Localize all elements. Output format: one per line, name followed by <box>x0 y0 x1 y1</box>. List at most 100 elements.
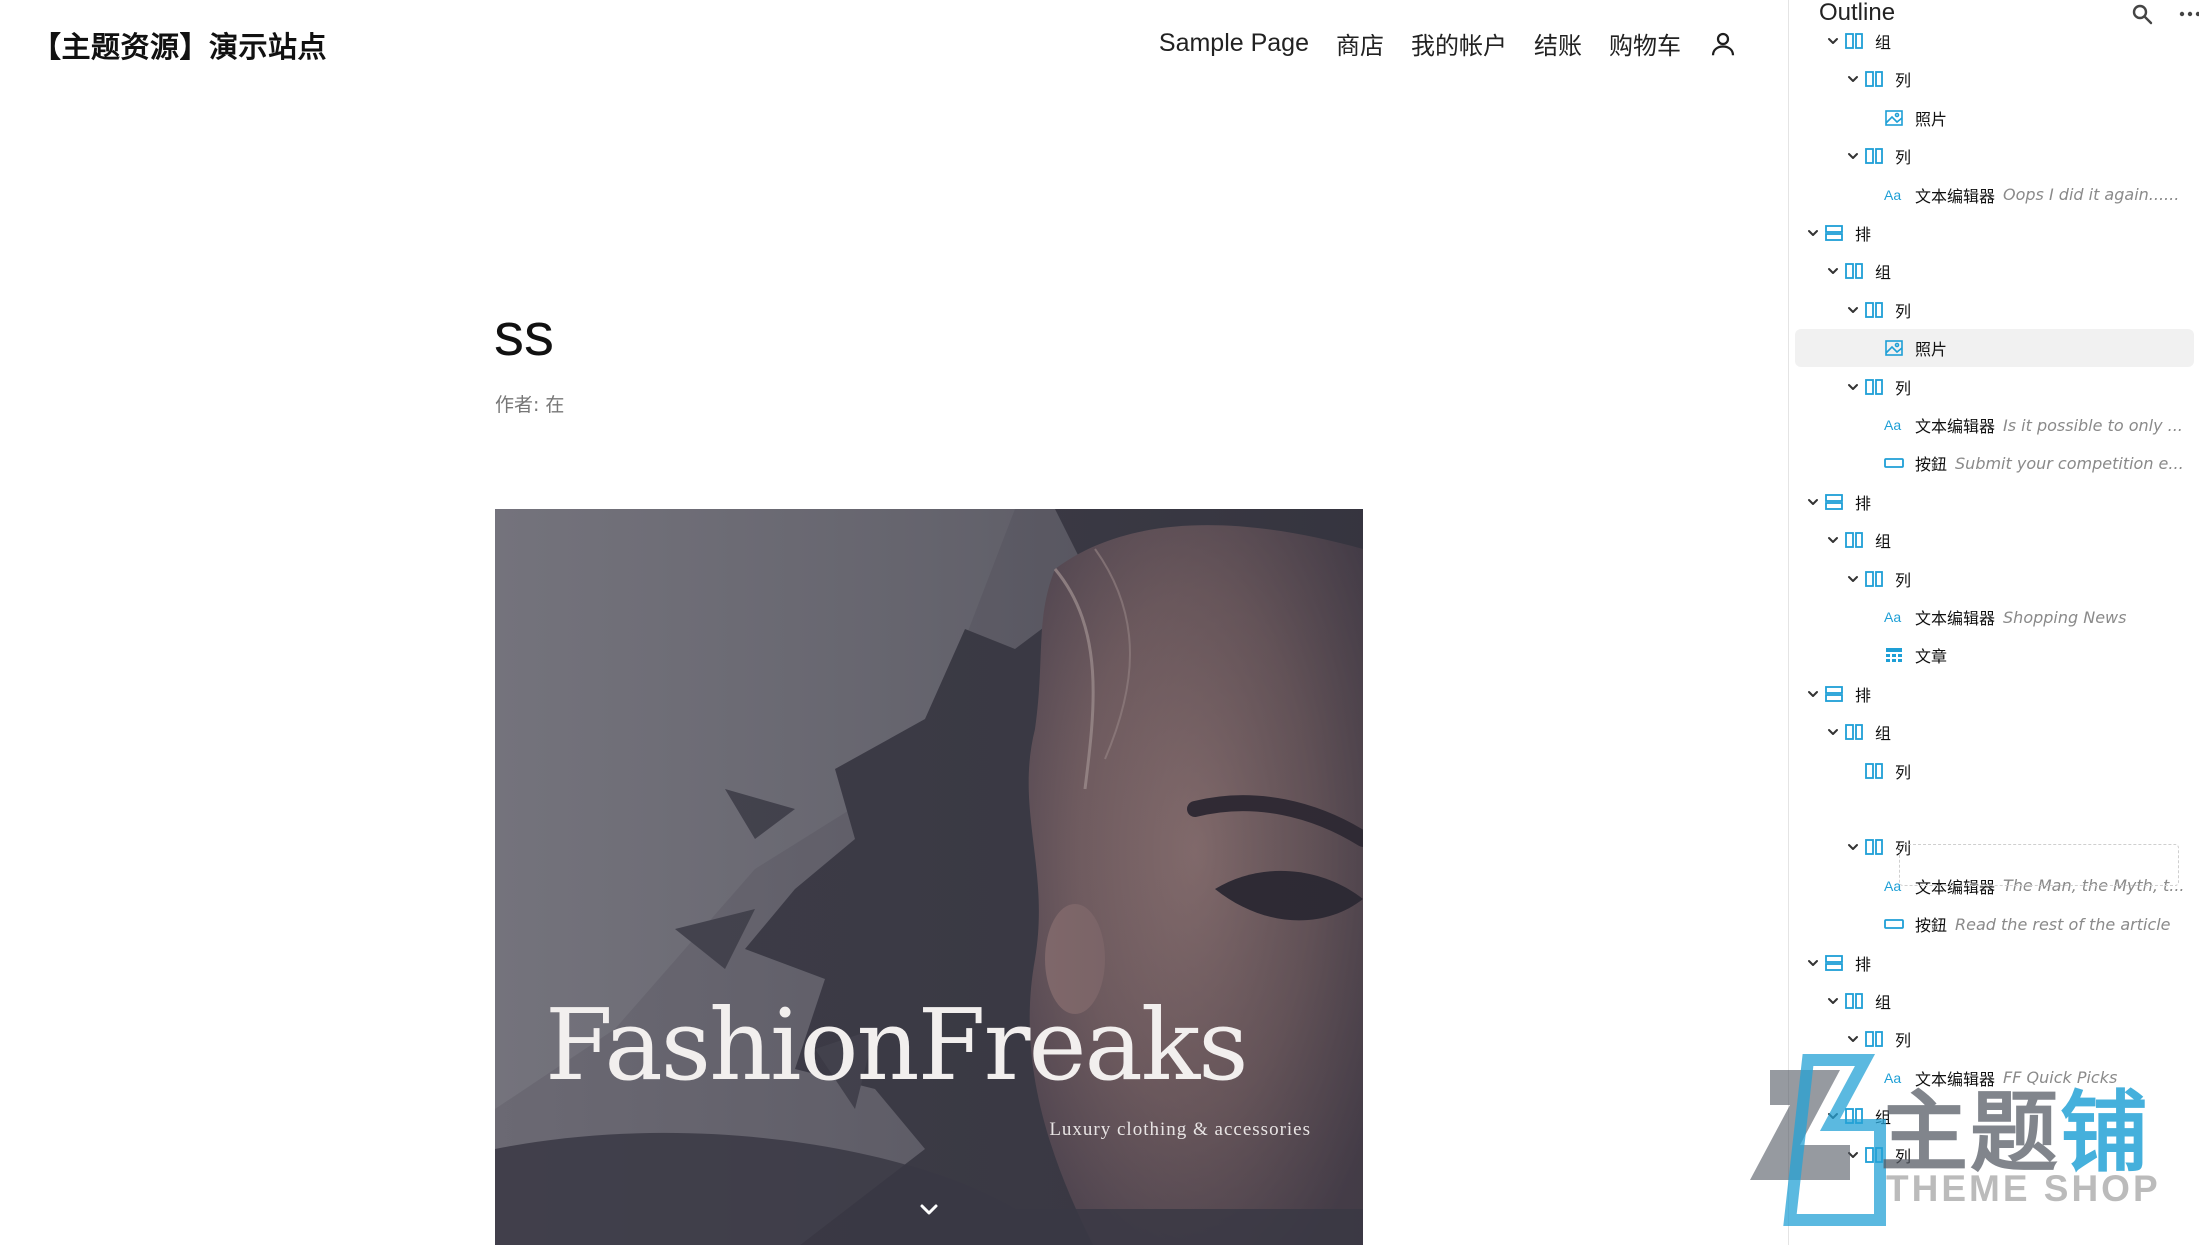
outline-item-text[interactable]: Aa 文本编辑器 FF Quick Picks <box>1795 1059 2194 1097</box>
chevron-down-icon[interactable] <box>917 1202 941 1218</box>
column-icon <box>1863 568 1885 590</box>
svg-text:Aa: Aa <box>1884 609 1901 625</box>
row-icon <box>1823 222 1845 244</box>
nav-item-shop[interactable]: 商店 <box>1336 26 1384 61</box>
user-icon[interactable] <box>1708 29 1738 59</box>
posts-icon <box>1883 644 1905 666</box>
chevron-down-icon[interactable] <box>1845 1147 1861 1163</box>
outline-item-label: 排 <box>1855 225 1872 244</box>
outline-item-label: 组 <box>1875 993 1892 1012</box>
chevron-down-icon[interactable] <box>1825 1108 1841 1124</box>
outline-item-preview: Read the rest of the article <box>1955 914 2171 934</box>
chevron-down-icon[interactable] <box>1845 571 1861 587</box>
outline-item-column[interactable]: 列 <box>1795 560 2194 598</box>
outline-item-button[interactable]: 按鈕 Submit your competition e... <box>1795 444 2194 482</box>
group-icon <box>1843 990 1865 1012</box>
outline-item-group[interactable]: 组 <box>1795 22 2194 60</box>
outline-item-label: 按鈕 <box>1915 455 1948 475</box>
outline-item-label: 排 <box>1855 493 1872 513</box>
outline-item-column[interactable]: 列 <box>1795 1020 2194 1058</box>
chevron-down-icon[interactable] <box>1845 379 1861 395</box>
outline-item-column[interactable]: 列 <box>1795 752 2194 790</box>
chevron-down-icon[interactable] <box>1845 148 1861 164</box>
outline-empty-placeholder[interactable] <box>1899 844 2179 886</box>
page-canvas: 【主题资源】演示站点 Sample Page 商店 我的帐户 结账 购物车 ss… <box>0 0 1788 1245</box>
outline-item-preview: Submit your competition e... <box>1955 453 2184 473</box>
group-icon <box>1843 260 1865 282</box>
outline-item-column[interactable]: 列 <box>1795 1136 2194 1174</box>
outline-item-preview: Is it possible to only ... <box>2003 415 2183 435</box>
chevron-down-icon[interactable] <box>1805 225 1821 241</box>
group-icon <box>1843 1105 1865 1127</box>
outline-item-preview: Shopping News <box>2003 607 2127 627</box>
text-editor-icon: Aa <box>1883 606 1905 628</box>
outline-item-group[interactable]: 组 <box>1795 521 2194 559</box>
outline-item-group[interactable]: 组 <box>1795 713 2194 751</box>
chevron-down-icon[interactable] <box>1805 686 1821 702</box>
svg-text:Aa: Aa <box>1884 417 1901 433</box>
outline-item-label: 照片 <box>1915 340 1948 360</box>
more-dots-icon[interactable] <box>2178 4 2199 24</box>
column-icon <box>1863 145 1885 167</box>
outline-item-column[interactable]: 列 <box>1795 137 2194 175</box>
outline-item-button[interactable]: 按鈕 Read the rest of the article <box>1795 905 2194 943</box>
chevron-down-icon[interactable] <box>1825 532 1841 548</box>
outline-item-label: 排 <box>1855 954 1872 974</box>
chevron-down-icon[interactable] <box>1825 724 1841 740</box>
chevron-down-icon[interactable] <box>1805 494 1821 510</box>
outline-item-text[interactable]: Aa 文本编辑器 Is it possible to only ... <box>1795 406 2194 444</box>
chevron-down-icon[interactable] <box>1805 955 1821 971</box>
nav-item-cart[interactable]: 购物车 <box>1609 26 1681 61</box>
outline-item-label: 排 <box>1855 685 1872 705</box>
outline-item-label: 按鈕 <box>1915 916 1948 936</box>
outline-item-posts[interactable]: 文章 <box>1795 636 2194 674</box>
group-icon <box>1843 529 1865 551</box>
chevron-down-icon[interactable] <box>1845 839 1861 855</box>
svg-text:Aa: Aa <box>1884 1070 1901 1086</box>
outline-item-text[interactable]: Aa 文本编辑器 Oops I did it again...... <box>1795 176 2194 214</box>
outline-item-column[interactable]: 列 <box>1795 60 2194 98</box>
outline-item-preview: FF Quick Picks <box>2003 1068 2118 1088</box>
outline-item-group[interactable]: 组 <box>1795 1097 2194 1135</box>
row-icon <box>1823 952 1845 974</box>
svg-text:Aa: Aa <box>1884 187 1901 203</box>
chevron-down-icon[interactable] <box>1825 263 1841 279</box>
post-title: ss <box>494 301 554 368</box>
post-meta-author: 作者: <box>495 394 540 416</box>
outline-item-row[interactable]: 排 <box>1795 214 2194 252</box>
outline-item-group[interactable]: 组 <box>1795 252 2194 290</box>
chevron-down-icon[interactable] <box>1825 993 1841 1009</box>
outline-item-photo[interactable]: 照片 <box>1795 99 2194 137</box>
outline-panel: Outline 组列照片列 Aa 文本编辑器 Oops I did it again.… <box>1788 0 2199 1245</box>
outline-item-label: 文本编辑器 <box>1915 1069 1996 1089</box>
text-editor-icon: Aa <box>1883 414 1905 436</box>
group-icon <box>1843 721 1865 743</box>
nav-item-sample-page[interactable]: Sample Page <box>1159 29 1309 58</box>
outline-item-row[interactable]: 排 <box>1795 483 2194 521</box>
hero-tagline: Luxury clothing & accessories <box>1049 1119 1311 1140</box>
column-icon <box>1863 836 1885 858</box>
outline-item-column[interactable]: 列 <box>1795 291 2194 329</box>
chevron-down-icon[interactable] <box>1825 33 1841 49</box>
outline-item-label: 文本编辑器 <box>1915 417 1996 436</box>
outline-item-label: 列 <box>1895 1146 1912 1166</box>
chevron-down-icon[interactable] <box>1845 71 1861 87</box>
chevron-down-icon[interactable] <box>1845 302 1861 318</box>
outline-item-photo[interactable]: 照片 <box>1795 329 2194 368</box>
outline-item-row[interactable]: 排 <box>1795 675 2194 713</box>
column-icon <box>1863 68 1885 90</box>
outline-item-label: 文本编辑器 <box>1915 186 1996 206</box>
outline-item-row[interactable]: 排 <box>1795 944 2194 982</box>
outline-item-group[interactable]: 组 <box>1795 982 2194 1020</box>
site-title[interactable]: 【主题资源】演示站点 <box>32 24 327 66</box>
post-meta-in: 在 <box>545 394 565 416</box>
chevron-down-icon[interactable] <box>1845 1031 1861 1047</box>
primary-nav: Sample Page 商店 我的帐户 结账 购物车 <box>1159 26 1738 61</box>
outline-item-label: 组 <box>1875 724 1892 744</box>
nav-item-my-account[interactable]: 我的帐户 <box>1411 26 1507 61</box>
outline-item-column[interactable]: 列 <box>1795 368 2194 406</box>
outline-item-text[interactable]: Aa 文本编辑器 Shopping News <box>1795 598 2194 636</box>
post-meta: 作者: 在 <box>495 390 564 417</box>
outline-item-label: 照片 <box>1915 109 1948 129</box>
nav-item-checkout[interactable]: 结账 <box>1534 26 1582 61</box>
